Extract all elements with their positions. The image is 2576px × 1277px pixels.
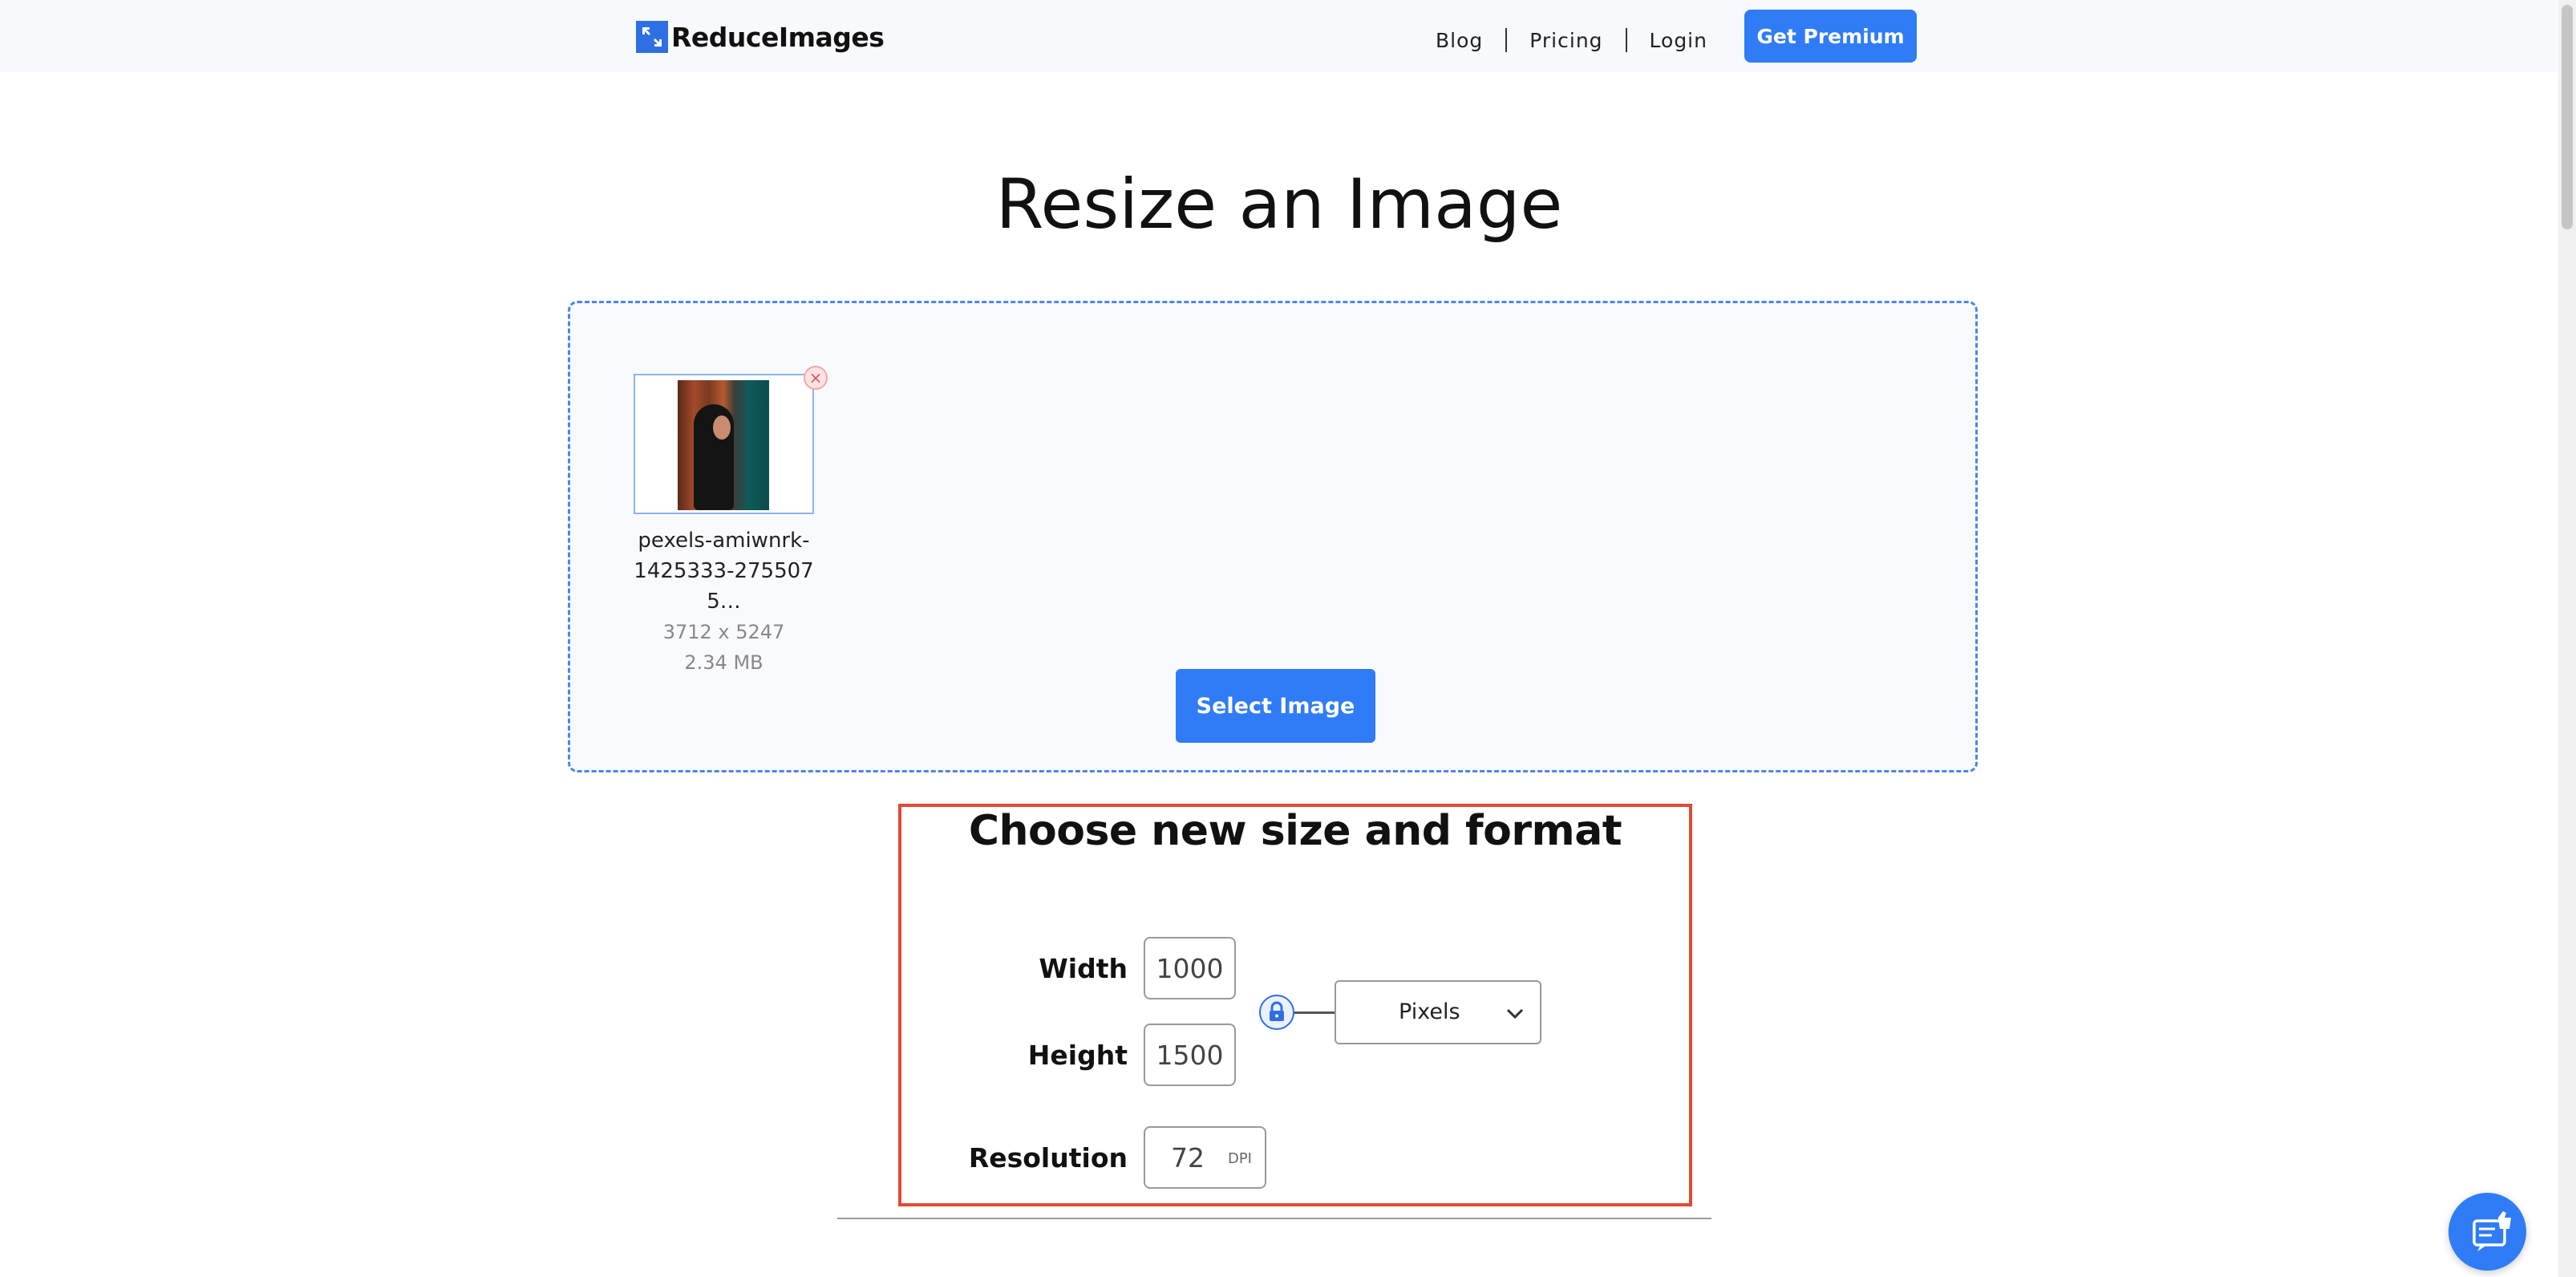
page-scrollbar[interactable]	[2558, 0, 2576, 1277]
logo-text: ReduceImages	[671, 21, 885, 53]
resolution-field[interactable]: DPI	[1144, 1126, 1266, 1189]
logo-icon	[636, 21, 668, 53]
height-label: Height	[1027, 1040, 1128, 1071]
chat-icon	[2473, 1211, 2511, 1251]
thumbnail-face	[713, 416, 731, 440]
resolution-unit: DPI	[1227, 1150, 1252, 1167]
remove-icon: ×	[808, 367, 823, 387]
page-title: Resize an Image	[995, 164, 1563, 245]
nav-separator	[1505, 28, 1508, 52]
resolution-input[interactable]	[1160, 1139, 1216, 1176]
file-card: × pexels-amiwnrk-1425333-2755075… 3712 x…	[634, 366, 828, 678]
remove-image-button[interactable]: ×	[804, 366, 828, 390]
nav-separator	[1625, 28, 1627, 52]
select-image-button[interactable]: Select Image	[1176, 669, 1375, 743]
aspect-lock-button[interactable]	[1259, 995, 1294, 1030]
file-size: 2.34 MB	[684, 651, 763, 674]
file-name: pexels-amiwnrk-1425333-2755075…	[634, 529, 814, 614]
size-format-panel: Choose new size and format Width Height …	[898, 804, 1692, 1206]
options-title: Choose new size and format	[968, 807, 1622, 855]
unit-selected-value: Pixels	[1399, 999, 1460, 1024]
logo[interactable]: ReduceImages	[636, 20, 885, 54]
file-dimensions: 3712 x 5247	[662, 621, 785, 643]
image-dropzone[interactable]: × pexels-amiwnrk-1425333-2755075… 3712 x…	[568, 301, 1978, 772]
chat-button[interactable]	[2448, 1193, 2526, 1271]
lock-icon	[1270, 1001, 1284, 1021]
image-thumbnail	[634, 374, 814, 514]
width-label: Width	[1039, 953, 1128, 984]
chevron-down-icon	[1506, 1008, 1524, 1020]
top-bar: ReduceImages Blog Pricing Login Get Prem…	[0, 0, 2558, 72]
lock-connector	[1294, 1011, 1335, 1014]
width-input[interactable]	[1144, 937, 1236, 999]
get-premium-button[interactable]: Get Premium	[1744, 10, 1917, 63]
thumbnail-photo	[678, 380, 769, 510]
scrollbar-thumb[interactable]	[2562, 5, 2573, 229]
resolution-label: Resolution	[968, 1142, 1128, 1174]
unit-select[interactable]: Pixels	[1335, 980, 1541, 1044]
nav-pricing-link[interactable]: Pricing	[1529, 29, 1602, 52]
nav-login-link[interactable]: Login	[1650, 29, 1707, 52]
section-divider	[837, 1218, 1711, 1219]
nav-blog-link[interactable]: Blog	[1436, 29, 1483, 52]
height-input[interactable]	[1144, 1024, 1236, 1086]
main-nav: Blog Pricing Login	[1436, 18, 1707, 63]
